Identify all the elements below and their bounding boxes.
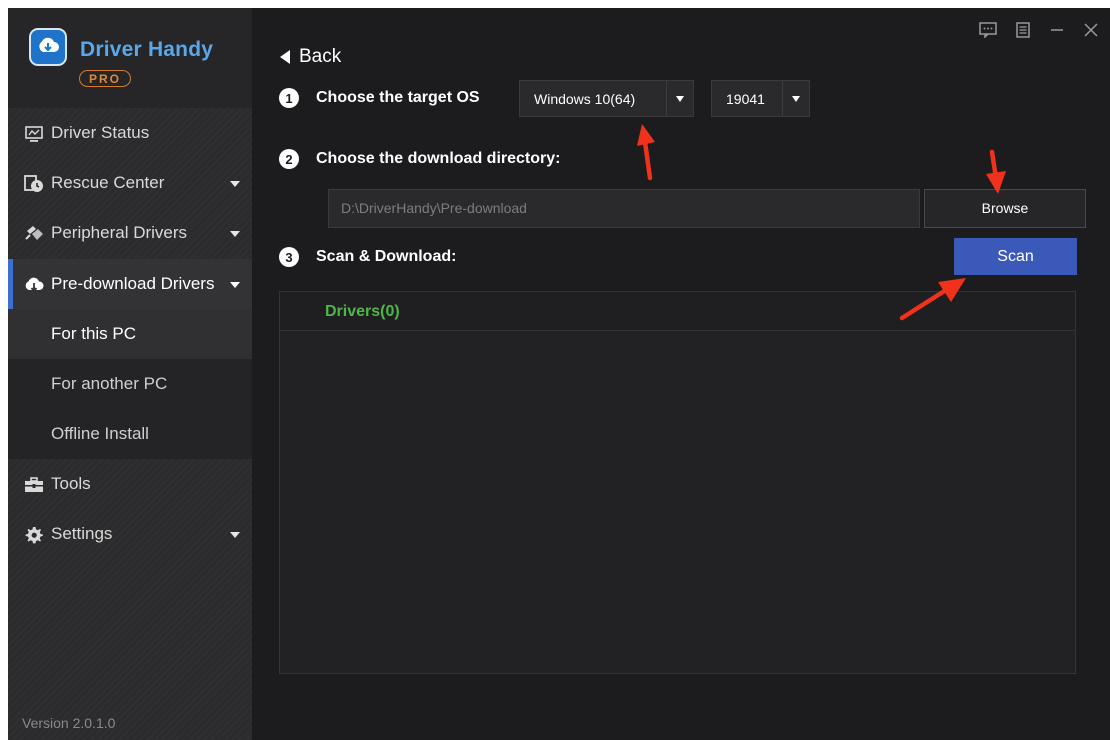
back-arrow-icon [280, 50, 290, 64]
sidebar: Driver Handy PRO Driver Status Rescue Ce… [8, 8, 252, 740]
build-select-value: 19041 [726, 91, 765, 107]
step-label: Scan & Download: [316, 248, 457, 265]
sidebar-item-label: Rescue Center [51, 173, 165, 192]
sidebar-subitem-for-this-pc[interactable]: For this PC [8, 309, 252, 359]
step-number: 3 [279, 247, 299, 267]
sidebar-subitem-for-another-pc[interactable]: For another PC [8, 359, 252, 409]
version-label: Version 2.0.1.0 [22, 715, 116, 731]
sidebar-subitem-label: For another PC [51, 374, 168, 393]
annotation-arrow-browse [986, 149, 1006, 194]
select-divider [782, 81, 783, 116]
step-label: Choose the target OS [316, 89, 480, 106]
dropdown-arrow-icon [792, 96, 800, 102]
cloud-download-icon [24, 275, 44, 295]
app-logo-icon [29, 28, 67, 66]
back-button[interactable]: Back [280, 46, 341, 68]
sidebar-subitem-offline-install[interactable]: Offline Install [8, 409, 252, 459]
logo-area: Driver Handy PRO [8, 8, 252, 108]
os-select-value: Windows 10(64) [534, 91, 636, 107]
back-label: Back [299, 46, 342, 67]
sidebar-item-peripheral-drivers[interactable]: Peripheral Drivers [8, 208, 252, 258]
sidebar-item-pre-download-drivers[interactable]: Pre-download Drivers [8, 259, 252, 309]
chevron-down-icon [230, 231, 240, 237]
sidebar-item-tools[interactable]: Tools [8, 459, 252, 509]
annotation-arrow-scan [899, 278, 966, 321]
chevron-down-icon [230, 282, 240, 288]
monitor-icon [24, 124, 44, 144]
step-label: Choose the download directory: [316, 150, 561, 167]
annotation-arrow-os [637, 124, 655, 181]
step-1: 1 Choose the target OS [279, 88, 480, 108]
step-3: 3 Scan & Download: [279, 247, 456, 267]
menu-icon[interactable] [1010, 18, 1036, 42]
sidebar-subitem-label: Offline Install [51, 424, 149, 443]
active-indicator [8, 259, 13, 309]
sidebar-item-driver-status[interactable]: Driver Status [8, 108, 252, 158]
sidebar-item-label: Peripheral Drivers [51, 223, 188, 242]
app-window: Driver Handy PRO Driver Status Rescue Ce… [8, 8, 1110, 740]
plug-icon [24, 224, 44, 244]
sidebar-item-label: Driver Status [51, 123, 150, 142]
sidebar-subitem-label: For this PC [51, 324, 137, 343]
chevron-down-icon [230, 532, 240, 538]
pro-badge: PRO [79, 70, 131, 87]
sidebar-item-label: Pre-download Drivers [51, 274, 215, 293]
sidebar-item-settings[interactable]: Settings [8, 509, 252, 559]
chevron-down-icon [230, 181, 240, 187]
drivers-panel: Drivers(0) [279, 291, 1076, 674]
download-directory-field[interactable]: D:\DriverHandy\Pre-download [328, 189, 920, 228]
sidebar-item-label: Settings [51, 524, 113, 543]
drivers-count-label: Drivers(0) [325, 303, 400, 320]
toolbox-icon [24, 475, 44, 495]
main-content: Back 1 Choose the target OS Windows 10(6… [258, 8, 1110, 740]
os-select[interactable]: Windows 10(64) [519, 80, 694, 117]
scan-button[interactable]: Scan [954, 238, 1077, 275]
select-divider [666, 81, 667, 116]
sidebar-item-label: Tools [51, 474, 91, 493]
step-2: 2 Choose the download directory: [279, 149, 560, 169]
build-select[interactable]: 19041 [711, 80, 810, 117]
app-title: Driver Handy [80, 38, 214, 61]
close-icon[interactable] [1078, 18, 1104, 42]
feedback-icon[interactable] [975, 18, 1001, 42]
gear-icon [24, 525, 44, 545]
step-number: 1 [279, 88, 299, 108]
minimize-icon[interactable] [1044, 18, 1070, 42]
step-number: 2 [279, 149, 299, 169]
dropdown-arrow-icon [676, 96, 684, 102]
sidebar-item-rescue-center[interactable]: Rescue Center [8, 158, 252, 208]
clock-restore-icon [24, 174, 44, 194]
